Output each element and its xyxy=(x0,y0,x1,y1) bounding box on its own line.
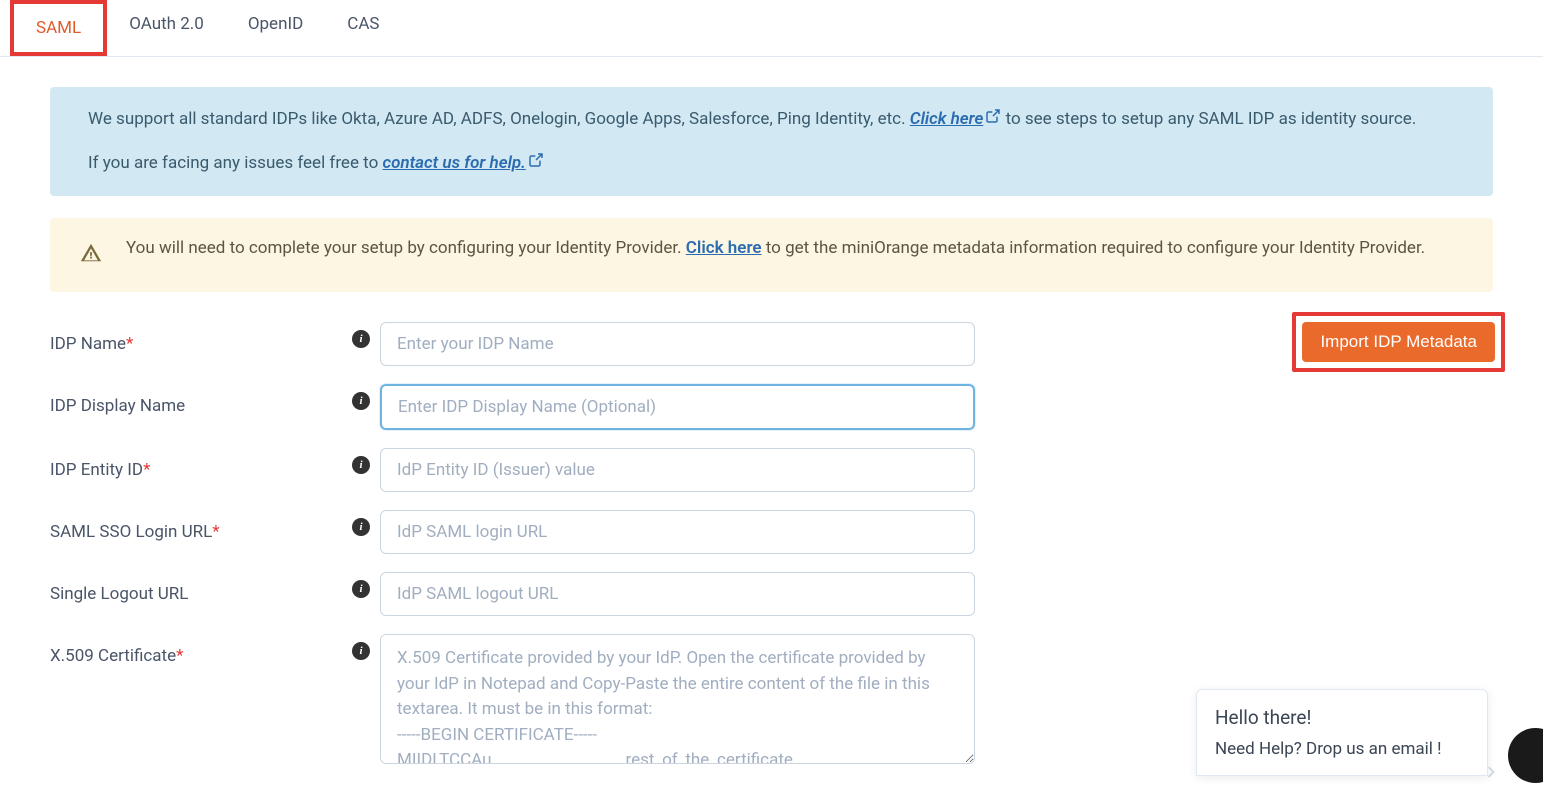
required-asterisk: * xyxy=(126,334,133,354)
info-icon[interactable]: i xyxy=(352,518,370,536)
external-link-icon xyxy=(985,107,1001,133)
x509-label: X.509 Certificate xyxy=(50,646,176,666)
import-idp-metadata-button[interactable]: Import IDP Metadata xyxy=(1302,322,1495,362)
idp-name-input[interactable] xyxy=(380,322,975,366)
info-box: We support all standard IDPs like Okta, … xyxy=(50,87,1493,196)
tab-saml[interactable]: SAML xyxy=(10,0,107,56)
info-icon[interactable]: i xyxy=(352,330,370,348)
info-icon[interactable]: i xyxy=(352,392,370,410)
tabs-row: SAML OAuth 2.0 OpenID CAS xyxy=(0,0,1543,57)
contact-us-link[interactable]: contact us for help. xyxy=(383,153,544,173)
info-icon[interactable]: i xyxy=(352,580,370,598)
info-text-2: to see steps to setup any SAML IDP as id… xyxy=(1006,109,1417,129)
warning-box: You will need to complete your setup by … xyxy=(50,218,1493,292)
idp-display-name-label: IDP Display Name xyxy=(50,396,185,416)
info-icon[interactable]: i xyxy=(352,642,370,660)
import-highlight: Import IDP Metadata xyxy=(1292,312,1505,372)
external-link-icon xyxy=(528,151,544,177)
slo-url-label: Single Logout URL xyxy=(50,584,188,604)
chat-popup[interactable]: Hello there! Need Help? Drop us an email… xyxy=(1196,689,1488,776)
warn-click-here-link[interactable]: Click here xyxy=(686,238,762,258)
required-asterisk: * xyxy=(176,646,183,666)
required-asterisk: * xyxy=(212,522,219,542)
x509-cert-textarea[interactable] xyxy=(380,634,975,764)
chat-message: Need Help? Drop us an email ! xyxy=(1215,739,1469,759)
info-icon[interactable]: i xyxy=(352,456,370,474)
idp-display-name-input[interactable] xyxy=(380,384,975,430)
click-here-link[interactable]: Click here xyxy=(910,109,1002,129)
tab-cas[interactable]: CAS xyxy=(325,0,401,56)
saml-sso-url-input[interactable] xyxy=(380,510,975,554)
idp-name-label: IDP Name xyxy=(50,334,126,354)
chat-hello: Hello there! xyxy=(1215,706,1469,729)
warn-text-1: You will need to complete your setup by … xyxy=(126,238,686,258)
idp-entity-id-input[interactable] xyxy=(380,448,975,492)
slo-url-input[interactable] xyxy=(380,572,975,616)
idp-entity-id-label: IDP Entity ID xyxy=(50,460,143,480)
saml-sso-url-label: SAML SSO Login URL xyxy=(50,522,212,542)
chevron-right-icon xyxy=(1481,762,1501,786)
required-asterisk: * xyxy=(143,460,150,480)
content: We support all standard IDPs like Okta, … xyxy=(0,57,1543,768)
info-text-1: We support all standard IDPs like Okta, … xyxy=(88,109,910,129)
tab-oauth[interactable]: OAuth 2.0 xyxy=(107,0,226,56)
warning-icon xyxy=(80,241,102,274)
warn-text-2: to get the miniOrange metadata informati… xyxy=(766,238,1425,258)
info-text-3: If you are facing any issues feel free t… xyxy=(88,153,383,173)
tab-openid[interactable]: OpenID xyxy=(226,0,325,56)
